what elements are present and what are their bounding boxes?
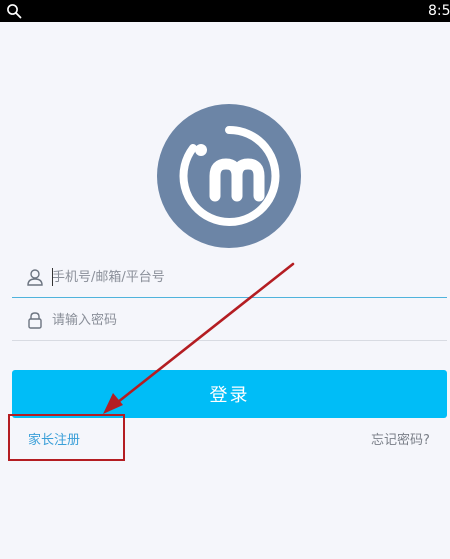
app-logo bbox=[157, 104, 301, 248]
lock-icon bbox=[28, 312, 42, 329]
text-cursor bbox=[52, 268, 53, 286]
status-bar: 8:5 bbox=[0, 0, 450, 22]
search-icon[interactable] bbox=[6, 3, 22, 19]
username-input[interactable] bbox=[52, 257, 432, 297]
login-screen: 8:5 登录 家长注册 忘记密码? bbox=[0, 0, 450, 559]
password-field bbox=[12, 300, 447, 341]
login-button[interactable]: 登录 bbox=[12, 370, 447, 418]
username-field bbox=[12, 257, 447, 298]
user-icon bbox=[27, 269, 43, 286]
forgot-password-link[interactable]: 忘记密码? bbox=[371, 429, 430, 448]
password-input[interactable] bbox=[52, 300, 432, 340]
annotation-highlight-box bbox=[8, 414, 125, 461]
status-time: 8:5 bbox=[428, 3, 450, 19]
